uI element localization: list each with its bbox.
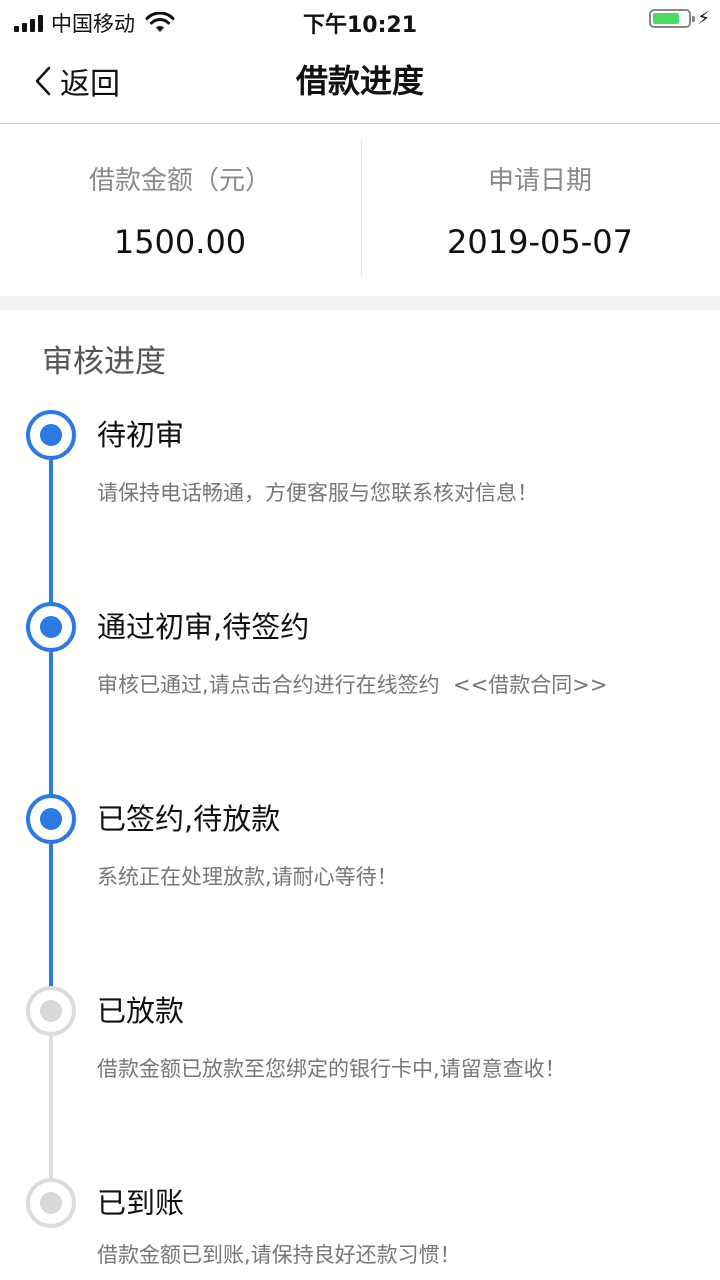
step-2-status-dot [26,602,76,652]
progress-timeline: 待初审 请保持电话畅通，方便客服与您联系核对信息！ 通过初审,待签约 审核已通过… [0,0,720,1280]
step-3-status-dot [26,794,76,844]
timeline-line-3 [49,842,53,987]
timeline-line-4 [49,1034,53,1179]
step-4-status-dot [26,986,76,1036]
step-2-description: 审核已通过,请点击合约进行在线签约 [97,673,440,697]
step-1-description: 请保持电话畅通，方便客服与您联系核对信息！ [97,481,538,505]
step-1-status-dot [26,410,76,460]
step-5-description: 借款金额已到账,请保持良好还款习惯！ [97,1243,461,1267]
step-3-title: 已签约,待放款 [97,802,281,836]
loan-contract-link[interactable]: <<借款合同>> [453,673,607,697]
step-1-title: 待初审 [97,418,185,452]
step-2-description-row: 审核已通过,请点击合约进行在线签约 <<借款合同>> [97,670,607,700]
step-5-title: 已到账 [97,1186,185,1220]
timeline-line-1 [49,458,53,603]
timeline-line-2 [49,650,53,795]
step-5-status-dot [26,1178,76,1228]
step-4-description: 借款金额已放款至您绑定的银行卡中,请留意查收！ [97,1057,566,1081]
step-4-title: 已放款 [97,994,185,1028]
step-2-title: 通过初审,待签约 [97,610,310,644]
step-3-description: 系统正在处理放款,请耐心等待！ [97,865,398,889]
